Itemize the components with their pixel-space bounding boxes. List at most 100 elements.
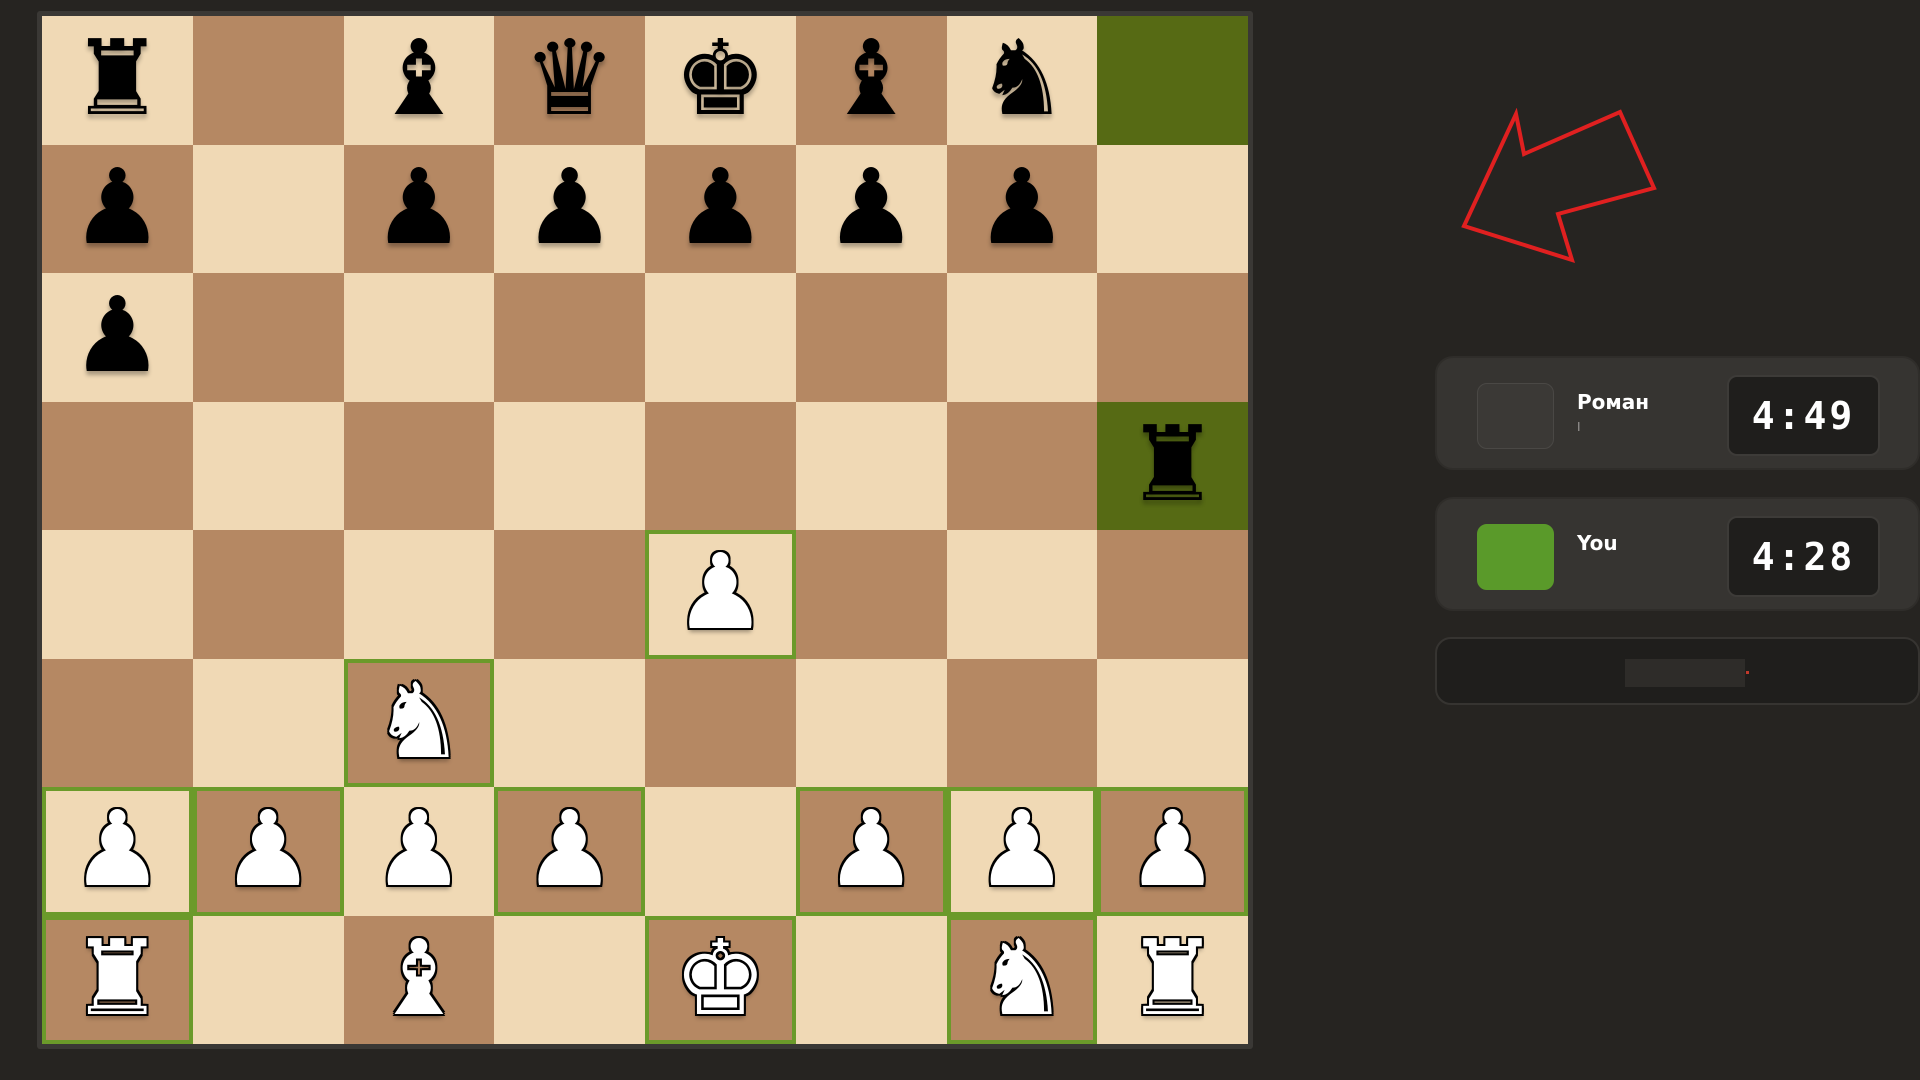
square-f6[interactable]: [795, 273, 947, 402]
square-f4[interactable]: [795, 530, 947, 659]
square-d1[interactable]: [494, 915, 645, 1044]
square-b8[interactable]: [192, 16, 344, 145]
square-d3[interactable]: [494, 658, 645, 787]
opponent-clock: 4:49: [1727, 375, 1880, 456]
square-h8[interactable]: [1097, 16, 1248, 145]
player-name: You: [1577, 531, 1618, 555]
white-pawn-icon[interactable]: ♟: [372, 797, 465, 901]
white-rook-icon[interactable]: ♜: [71, 926, 164, 1030]
square-a2[interactable]: ♟: [42, 787, 193, 916]
chessboard[interactable]: ♜ ♝ ♛ ♚ ♝ ♞ ♟ ♟ ♟ ♟ ♟ ♟ ♟ ♜ ♟ ♞ ♟ ♟ ♟ ♟ ♟ ♟ ♟ ♜ ♝ ♚ ♞ ♜: [42, 16, 1248, 1044]
black-pawn-icon[interactable]: ♟: [975, 155, 1068, 259]
player-card: You 4:28: [1435, 497, 1920, 611]
white-pawn-icon[interactable]: ♟: [71, 797, 164, 901]
square-f8[interactable]: ♝: [795, 16, 947, 145]
square-e3[interactable]: [645, 658, 796, 787]
square-f3[interactable]: [795, 658, 947, 787]
square-c2[interactable]: ♟: [343, 787, 495, 916]
black-rook-icon[interactable]: ♜: [71, 26, 164, 130]
square-h6[interactable]: [1097, 273, 1248, 402]
square-e2[interactable]: [645, 787, 796, 916]
square-g6[interactable]: [946, 273, 1098, 402]
black-knight-icon[interactable]: ♞: [975, 26, 1068, 130]
black-rook-icon[interactable]: ♜: [1126, 412, 1219, 516]
white-rook-icon[interactable]: ♜: [1126, 926, 1219, 1030]
square-a8[interactable]: ♜: [42, 16, 193, 145]
arrow-icon: [1461, 108, 1657, 264]
square-b4[interactable]: [192, 530, 344, 659]
square-c7[interactable]: ♟: [343, 144, 495, 273]
square-a7[interactable]: ♟: [42, 144, 193, 273]
square-e1[interactable]: ♚: [645, 915, 796, 1044]
square-c6[interactable]: [343, 273, 495, 402]
square-d2[interactable]: ♟: [494, 787, 645, 916]
white-pawn-icon[interactable]: ♟: [523, 797, 616, 901]
square-f1[interactable]: [795, 915, 947, 1044]
square-a5[interactable]: [42, 401, 193, 530]
square-g7[interactable]: ♟: [946, 144, 1098, 273]
square-h1[interactable]: ♜: [1097, 915, 1248, 1044]
white-knight-icon[interactable]: ♞: [975, 926, 1068, 1030]
opponent-avatar: [1477, 383, 1554, 449]
white-pawn-icon[interactable]: ♟: [222, 797, 315, 901]
black-pawn-icon[interactable]: ♟: [71, 283, 164, 387]
square-d4[interactable]: [494, 530, 645, 659]
white-king-icon[interactable]: ♚: [674, 926, 767, 1030]
white-pawn-icon[interactable]: ♟: [1126, 797, 1219, 901]
square-g3[interactable]: [946, 658, 1098, 787]
square-g4[interactable]: [946, 530, 1098, 659]
white-pawn-icon[interactable]: ♟: [674, 540, 767, 644]
white-pawn-icon[interactable]: ♟: [825, 797, 918, 901]
square-f7[interactable]: ♟: [795, 144, 947, 273]
square-e4[interactable]: ♟: [645, 530, 796, 659]
square-b5[interactable]: [192, 401, 344, 530]
square-h5[interactable]: ♜: [1097, 401, 1248, 530]
square-g8[interactable]: ♞: [946, 16, 1098, 145]
square-b3[interactable]: [192, 658, 344, 787]
black-pawn-icon[interactable]: ♟: [372, 155, 465, 259]
square-e8[interactable]: ♚: [645, 16, 796, 145]
square-d6[interactable]: [494, 273, 645, 402]
black-bishop-icon[interactable]: ♝: [825, 26, 918, 130]
black-king-icon[interactable]: ♚: [674, 26, 767, 130]
square-c8[interactable]: ♝: [343, 16, 495, 145]
game-action-bar[interactable]: [1435, 637, 1920, 705]
square-g5[interactable]: [946, 401, 1098, 530]
black-bishop-icon[interactable]: ♝: [372, 26, 465, 130]
square-h4[interactable]: [1097, 530, 1248, 659]
square-b7[interactable]: [192, 144, 344, 273]
square-h7[interactable]: [1097, 144, 1248, 273]
square-g2[interactable]: ♟: [946, 787, 1098, 916]
white-bishop-icon[interactable]: ♝: [372, 926, 465, 1030]
black-pawn-icon[interactable]: ♟: [825, 155, 918, 259]
chessboard-frame: ♜ ♝ ♛ ♚ ♝ ♞ ♟ ♟ ♟ ♟ ♟ ♟ ♟ ♜ ♟ ♞ ♟ ♟ ♟ ♟ ♟ ♟ ♟ ♜ ♝ ♚ ♞ ♜: [37, 11, 1253, 1049]
square-a1[interactable]: ♜: [42, 915, 193, 1044]
square-e5[interactable]: [645, 401, 796, 530]
square-d7[interactable]: ♟: [494, 144, 645, 273]
square-c3[interactable]: ♞: [343, 658, 495, 787]
square-d5[interactable]: [494, 401, 645, 530]
square-c1[interactable]: ♝: [343, 915, 495, 1044]
square-a6[interactable]: ♟: [42, 273, 193, 402]
square-f5[interactable]: [795, 401, 947, 530]
square-b1[interactable]: [192, 915, 344, 1044]
square-g1[interactable]: ♞: [946, 915, 1098, 1044]
white-knight-icon[interactable]: ♞: [372, 669, 465, 773]
square-h2[interactable]: ♟: [1097, 787, 1248, 916]
square-c4[interactable]: [343, 530, 495, 659]
square-h3[interactable]: [1097, 658, 1248, 787]
square-f2[interactable]: ♟: [795, 787, 947, 916]
square-e6[interactable]: [645, 273, 796, 402]
black-pawn-icon[interactable]: ♟: [674, 155, 767, 259]
square-d8[interactable]: ♛: [494, 16, 645, 145]
square-b6[interactable]: [192, 273, 344, 402]
square-e7[interactable]: ♟: [645, 144, 796, 273]
white-pawn-icon[interactable]: ♟: [975, 797, 1068, 901]
square-a3[interactable]: [42, 658, 193, 787]
square-b2[interactable]: ♟: [192, 787, 344, 916]
black-pawn-icon[interactable]: ♟: [523, 155, 616, 259]
black-queen-icon[interactable]: ♛: [523, 26, 616, 130]
black-pawn-icon[interactable]: ♟: [71, 155, 164, 259]
square-c5[interactable]: [343, 401, 495, 530]
square-a4[interactable]: [42, 530, 193, 659]
